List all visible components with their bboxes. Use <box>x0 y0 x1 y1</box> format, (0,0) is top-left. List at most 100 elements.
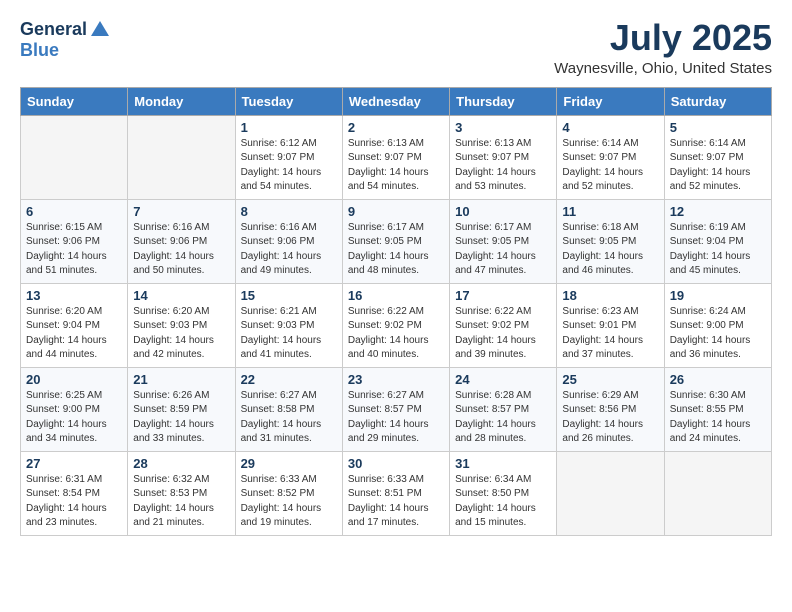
calendar-cell-3-1: 13 Sunrise: 6:20 AMSunset: 9:04 PMDayligh… <box>21 283 128 367</box>
cell-text: Sunrise: 6:24 AMSunset: 9:00 PMDaylight:… <box>670 305 766 363</box>
day-number: 24 <box>455 372 551 387</box>
cell-text: Sunrise: 6:23 AMSunset: 9:01 PMDaylight:… <box>562 305 658 363</box>
day-number: 15 <box>241 288 337 303</box>
cell-text: Sunrise: 6:30 AMSunset: 8:55 PMDaylight:… <box>670 389 766 447</box>
calendar-cell-5-3: 29 Sunrise: 6:33 AMSunset: 8:52 PMDayligh… <box>235 451 342 535</box>
title-block: July 2025 Waynesville, Ohio, United Stat… <box>554 18 772 77</box>
calendar-cell-1-5: 3 Sunrise: 6:13 AMSunset: 9:07 PMDaylight… <box>450 115 557 199</box>
calendar-cell-1-4: 2Sunrise: 6:13 AMSunset: 9:07 PMDaylight… <box>342 115 449 199</box>
cell-text: Sunrise: 6:25 AMSunset: 9:00 PMDaylight:… <box>26 389 122 447</box>
cell-text: Sunrise: 6:19 AMSunset: 9:04 PMDaylight:… <box>670 221 766 279</box>
calendar-cell-5-4: 30Sunrise: 6:33 AMSunset: 8:51 PMDayligh… <box>342 451 449 535</box>
day-number: 31 <box>455 456 551 471</box>
cell-text: Sunrise: 6:18 AMSunset: 9:05 PMDaylight:… <box>562 221 658 279</box>
cell-text: Sunrise: 6:14 AMSunset: 9:07 PMDaylight:… <box>670 137 766 195</box>
day-number: 4 <box>562 120 658 135</box>
day-number: 9 <box>348 204 444 219</box>
calendar-cell-4-7: 26 Sunrise: 6:30 AMSunset: 8:55 PMDayligh… <box>664 367 771 451</box>
calendar-cell-1-6: 4 Sunrise: 6:14 AMSunset: 9:07 PMDaylight… <box>557 115 664 199</box>
day-number: 30 <box>348 456 444 471</box>
cell-text: Sunrise: 6:21 AMSunset: 9:03 PMDaylight:… <box>241 305 337 363</box>
day-number: 26 <box>670 372 766 387</box>
logo-icon <box>89 18 111 40</box>
day-number: 18 <box>562 288 658 303</box>
logo-blue-text: Blue <box>20 40 59 61</box>
cell-text: Sunrise: 6:22 AMSunset: 9:02 PMDaylight:… <box>455 305 551 363</box>
header: General Blue July 2025 Waynesville, Ohio… <box>20 18 772 77</box>
cell-text: Sunrise: 6:31 AMSunset: 8:54 PMDaylight:… <box>26 473 122 531</box>
cell-text: Sunrise: 6:20 AMSunset: 9:03 PMDaylight:… <box>133 305 229 363</box>
day-number: 6 <box>26 204 122 219</box>
calendar-week-row-3: 13 Sunrise: 6:20 AMSunset: 9:04 PMDayligh… <box>21 283 772 367</box>
calendar-cell-2-7: 12Sunrise: 6:19 AMSunset: 9:04 PMDayligh… <box>664 199 771 283</box>
calendar-cell-5-6 <box>557 451 664 535</box>
calendar-header-sunday: Sunday <box>21 87 128 115</box>
cell-text: Sunrise: 6:34 AMSunset: 8:50 PMDaylight:… <box>455 473 551 531</box>
calendar-cell-3-6: 18 Sunrise: 6:23 AMSunset: 9:01 PMDayligh… <box>557 283 664 367</box>
day-number: 2 <box>348 120 444 135</box>
day-number: 22 <box>241 372 337 387</box>
day-number: 29 <box>241 456 337 471</box>
day-number: 28 <box>133 456 229 471</box>
calendar-cell-4-5: 24Sunrise: 6:28 AMSunset: 8:57 PMDayligh… <box>450 367 557 451</box>
cell-text: Sunrise: 6:17 AMSunset: 9:05 PMDaylight:… <box>348 221 444 279</box>
cell-text: Sunrise: 6:15 AMSunset: 9:06 PMDaylight:… <box>26 221 122 279</box>
calendar-header-thursday: Thursday <box>450 87 557 115</box>
day-number: 5 <box>670 120 766 135</box>
cell-text: Sunrise: 6:33 AMSunset: 8:52 PMDaylight:… <box>241 473 337 531</box>
calendar-cell-2-4: 9 Sunrise: 6:17 AMSunset: 9:05 PMDaylight… <box>342 199 449 283</box>
calendar-cell-3-2: 14 Sunrise: 6:20 AMSunset: 9:03 PMDayligh… <box>128 283 235 367</box>
cell-text: Sunrise: 6:12 AMSunset: 9:07 PMDaylight:… <box>241 137 337 195</box>
day-number: 8 <box>241 204 337 219</box>
day-number: 25 <box>562 372 658 387</box>
calendar-cell-1-2 <box>128 115 235 199</box>
day-number: 13 <box>26 288 122 303</box>
calendar-table: SundayMondayTuesdayWednesdayThursdayFrid… <box>20 87 772 536</box>
calendar-week-row-1: 1Sunrise: 6:12 AMSunset: 9:07 PMDaylight… <box>21 115 772 199</box>
day-number: 10 <box>455 204 551 219</box>
day-number: 23 <box>348 372 444 387</box>
calendar-cell-1-3: 1Sunrise: 6:12 AMSunset: 9:07 PMDaylight… <box>235 115 342 199</box>
day-number: 16 <box>348 288 444 303</box>
calendar-cell-4-2: 21 Sunrise: 6:26 AMSunset: 8:59 PMDayligh… <box>128 367 235 451</box>
day-number: 3 <box>455 120 551 135</box>
subtitle: Waynesville, Ohio, United States <box>554 60 772 77</box>
day-number: 20 <box>26 372 122 387</box>
day-number: 11 <box>562 204 658 219</box>
calendar-cell-5-2: 28Sunrise: 6:32 AMSunset: 8:53 PMDayligh… <box>128 451 235 535</box>
calendar-cell-4-1: 20 Sunrise: 6:25 AMSunset: 9:00 PMDayligh… <box>21 367 128 451</box>
cell-text: Sunrise: 6:29 AMSunset: 8:56 PMDaylight:… <box>562 389 658 447</box>
calendar-header-row: SundayMondayTuesdayWednesdayThursdayFrid… <box>21 87 772 115</box>
calendar-cell-3-7: 19 Sunrise: 6:24 AMSunset: 9:00 PMDayligh… <box>664 283 771 367</box>
day-number: 17 <box>455 288 551 303</box>
cell-text: Sunrise: 6:14 AMSunset: 9:07 PMDaylight:… <box>562 137 658 195</box>
day-number: 19 <box>670 288 766 303</box>
calendar-cell-4-4: 23 Sunrise: 6:27 AMSunset: 8:57 PMDayligh… <box>342 367 449 451</box>
calendar-header-tuesday: Tuesday <box>235 87 342 115</box>
calendar-cell-3-5: 17 Sunrise: 6:22 AMSunset: 9:02 PMDayligh… <box>450 283 557 367</box>
calendar-cell-3-3: 15 Sunrise: 6:21 AMSunset: 9:03 PMDayligh… <box>235 283 342 367</box>
cell-text: Sunrise: 6:17 AMSunset: 9:05 PMDaylight:… <box>455 221 551 279</box>
calendar-cell-1-7: 5 Sunrise: 6:14 AMSunset: 9:07 PMDaylight… <box>664 115 771 199</box>
cell-text: Sunrise: 6:20 AMSunset: 9:04 PMDaylight:… <box>26 305 122 363</box>
logo-general-text: General <box>20 19 87 40</box>
page: General Blue July 2025 Waynesville, Ohio… <box>0 0 792 612</box>
calendar-header-saturday: Saturday <box>664 87 771 115</box>
calendar-week-row-5: 27 Sunrise: 6:31 AMSunset: 8:54 PMDayligh… <box>21 451 772 535</box>
calendar-cell-2-6: 11 Sunrise: 6:18 AMSunset: 9:05 PMDayligh… <box>557 199 664 283</box>
day-number: 14 <box>133 288 229 303</box>
calendar-cell-1-1 <box>21 115 128 199</box>
cell-text: Sunrise: 6:26 AMSunset: 8:59 PMDaylight:… <box>133 389 229 447</box>
cell-text: Sunrise: 6:27 AMSunset: 8:58 PMDaylight:… <box>241 389 337 447</box>
calendar-cell-2-3: 8Sunrise: 6:16 AMSunset: 9:06 PMDaylight… <box>235 199 342 283</box>
day-number: 7 <box>133 204 229 219</box>
cell-text: Sunrise: 6:27 AMSunset: 8:57 PMDaylight:… <box>348 389 444 447</box>
day-number: 27 <box>26 456 122 471</box>
calendar-header-friday: Friday <box>557 87 664 115</box>
calendar-week-row-4: 20 Sunrise: 6:25 AMSunset: 9:00 PMDayligh… <box>21 367 772 451</box>
calendar-header-wednesday: Wednesday <box>342 87 449 115</box>
cell-text: Sunrise: 6:22 AMSunset: 9:02 PMDaylight:… <box>348 305 444 363</box>
main-title: July 2025 <box>554 18 772 58</box>
day-number: 21 <box>133 372 229 387</box>
cell-text: Sunrise: 6:13 AMSunset: 9:07 PMDaylight:… <box>455 137 551 195</box>
